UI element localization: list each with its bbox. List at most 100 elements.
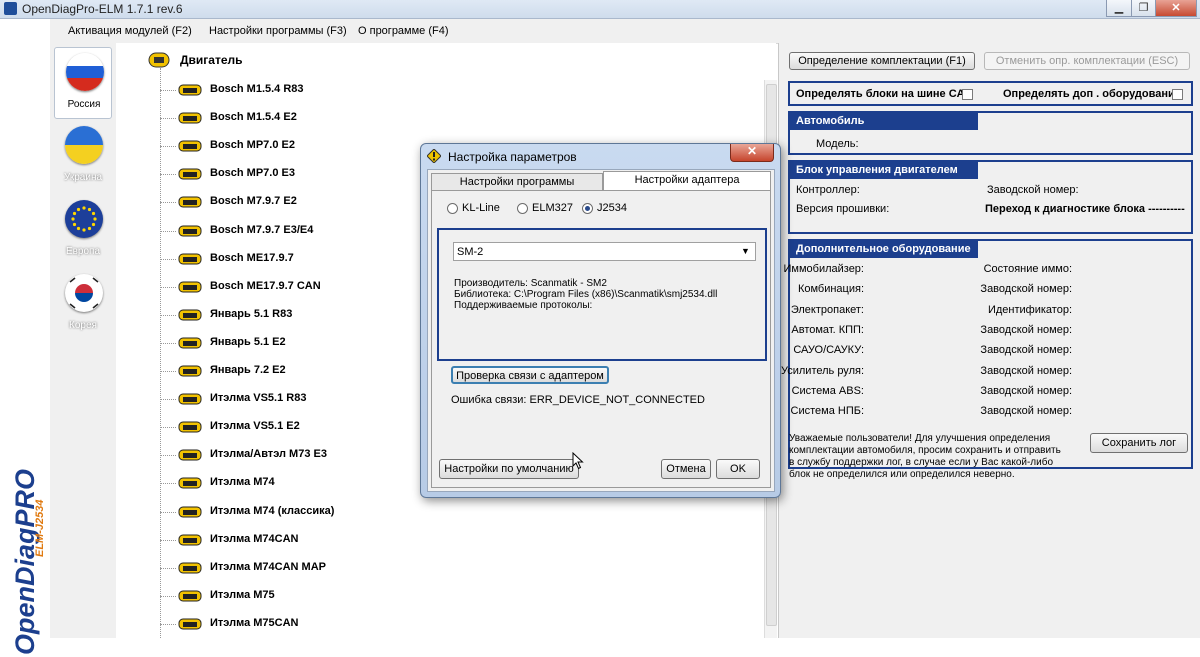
extra-equipment-checkbox[interactable] — [1172, 89, 1183, 100]
extra-row-value-label: Заводской номер: — [980, 283, 1072, 296]
car-icon — [178, 365, 202, 377]
goto-diagnostics-link[interactable]: Переход к диагностике блока ---------- — [985, 203, 1185, 215]
notice-line: комплектации автомобиля, просим сохранит… — [789, 445, 1061, 456]
tree-item-label: Январь 5.1 E2 — [210, 335, 286, 348]
radio-kl-line-label: KL-Line — [462, 202, 500, 214]
tree-item[interactable]: Итэлма М75 — [0, 586, 760, 606]
tree-item[interactable]: Итэлма М74CAN MAP — [0, 558, 760, 578]
car-icon — [178, 618, 202, 630]
car-icon — [178, 281, 202, 293]
radio-j2534-label: J2534 — [597, 202, 627, 214]
tree-connector — [160, 399, 176, 401]
radio-elm327[interactable] — [517, 203, 528, 214]
tree-item-label: Bosch MP7.0 E2 — [210, 139, 295, 152]
model-label: Модель: — [816, 138, 859, 150]
extra-row-label: Автомат. КПП: — [791, 323, 864, 336]
radio-j2534[interactable] — [582, 203, 593, 214]
close-button[interactable]: ✕ — [1155, 0, 1197, 17]
tree-item[interactable]: Bosch M1.5.4 R83 — [0, 80, 760, 100]
tree-item-label: Bosch ME17.9.7 CAN — [210, 279, 321, 292]
tree-item-label: Итэлма М74 — [210, 476, 275, 489]
tree-item-label: Bosch M1.5.4 E2 — [210, 111, 297, 124]
tree-item-label: Итэлма М74CAN — [210, 532, 299, 545]
cancel-detect-button[interactable]: Отменить опр. комплектации (ESC) — [984, 52, 1190, 70]
check-connection-button[interactable]: Проверка связи с адаптером — [451, 366, 609, 384]
car-icon — [178, 590, 202, 602]
tree-item-label: Январь 7.2 E2 — [210, 364, 286, 376]
extra-row-value-label: Идентификатор: — [987, 303, 1072, 316]
ecu-group-title: Блок управления двигателем — [790, 162, 978, 179]
tree-item-label: Итэлма VS5.1 E2 — [210, 420, 300, 433]
restore-button[interactable]: ❐ — [1131, 0, 1156, 17]
tree-connector — [160, 118, 176, 120]
can-bus-checkbox[interactable] — [962, 89, 973, 100]
tree-connector — [160, 511, 176, 513]
engine-icon — [148, 52, 170, 68]
device-select[interactable]: SM-2 ▼ — [453, 242, 756, 261]
cancel-button[interactable]: Отмена — [661, 459, 711, 479]
extra-row-value-label: Состояние иммо: — [983, 263, 1072, 275]
car-icon — [178, 534, 202, 546]
tree-item-label: Итэлма М75CAN — [210, 616, 299, 629]
window-title: OpenDiagPro-ELM 1.7.1 rev.6 — [22, 2, 183, 16]
tree-item[interactable]: Итэлма М75CAN — [0, 614, 760, 634]
settings-dialog: Настройка параметров ✕ Настройки програм… — [420, 143, 781, 498]
notice-line: в службу поддержки лог, в случае если у … — [789, 457, 1054, 468]
tab-program-settings[interactable]: Настройки программы — [431, 173, 603, 191]
car-icon — [178, 253, 202, 265]
extra-row-label: САУО/САУКУ: — [793, 344, 864, 357]
detection-options: Определять блоки на шине CAN Определять … — [788, 81, 1193, 106]
mouse-cursor-icon — [572, 452, 584, 470]
tree-connector — [160, 595, 176, 597]
tree-connector — [160, 202, 176, 204]
tree-connector — [160, 314, 176, 316]
car-icon — [178, 562, 202, 574]
car-icon — [178, 112, 202, 124]
tree-connector — [160, 342, 176, 344]
info-panel: Определение комплектации (F1) Отменить о… — [778, 43, 1200, 638]
car-icon — [178, 421, 202, 433]
tree-connector — [160, 286, 176, 288]
menu-settings[interactable]: Настройки программы (F3) — [209, 25, 347, 37]
device-select-value: SM-2 — [457, 246, 484, 258]
detect-config-button[interactable]: Определение комплектации (F1) — [789, 52, 975, 70]
menu-bar: Активация модулей (F2) Настройки програм… — [50, 19, 1200, 44]
device-box: SM-2 ▼ Производитель: Scanmatik - SM2 Би… — [437, 228, 767, 361]
extra-row-label: Иммобилайзер: — [783, 263, 865, 275]
tree-item-label: Итэлма М74CAN MAP — [210, 560, 326, 573]
device-info: Производитель: Scanmatik - SM2 Библиотек… — [454, 278, 717, 311]
car-icon — [178, 337, 202, 349]
tree-item-label: Bosch M7.9.7 E2 — [210, 195, 297, 208]
tab-panel: KL-Line ELM327 J2534 SM-2 ▼ Производител… — [431, 190, 771, 488]
menu-activation[interactable]: Активация модулей (F2) — [68, 25, 192, 37]
car-icon — [178, 196, 202, 208]
ok-button[interactable]: OK — [716, 459, 760, 479]
firmware-label: Версия прошивки: — [796, 203, 890, 215]
manufacturer-line: Производитель: Scanmatik - SM2 — [454, 278, 607, 289]
tab-adapter-settings[interactable]: Настройки адаптера — [603, 171, 771, 191]
radio-kl-line[interactable] — [447, 203, 458, 214]
tree-item[interactable]: Bosch M1.5.4 E2 — [0, 108, 760, 128]
tree-item-label: Итэлма/Автэл М73 E3 — [210, 448, 327, 461]
minimize-button[interactable]: ▁ — [1106, 0, 1132, 17]
menu-about[interactable]: О программе (F4) — [358, 25, 449, 37]
save-log-button[interactable]: Сохранить лог — [1090, 433, 1188, 453]
extra-row-value-label: Заводской номер: — [980, 405, 1072, 418]
controller-label: Контроллер: — [796, 184, 860, 196]
tree-root-label: Двигатель — [180, 53, 243, 67]
tree-item[interactable]: Итэлма М74 (классика) — [0, 502, 760, 522]
connection-error-text: Ошибка связи: ERR_DEVICE_NOT_CONNECTED — [451, 394, 705, 406]
extra-row-label: Комбинация: — [797, 283, 864, 296]
can-bus-label: Определять блоки на шине CAN — [796, 88, 973, 100]
tree-connector — [160, 146, 176, 148]
car-group-title: Автомобиль — [790, 113, 978, 130]
dialog-close-button[interactable]: ✕ — [730, 144, 774, 162]
tree-item-label: Bosch M7.9.7 E3/E4 — [210, 223, 314, 236]
car-group: Автомобиль Модель: — [788, 111, 1193, 155]
dropdown-arrow-icon: ▼ — [741, 246, 750, 256]
defaults-button[interactable]: Настройки по умолчанию — [439, 459, 579, 479]
notice-line: блок не определился или определился неве… — [789, 469, 1015, 480]
tree-item[interactable]: Итэлма М74CAN — [0, 530, 760, 550]
library-line: Библиотека: C:\Program Files (x86)\Scanm… — [454, 289, 718, 300]
extra-row-label: Система ABS: — [791, 384, 864, 397]
